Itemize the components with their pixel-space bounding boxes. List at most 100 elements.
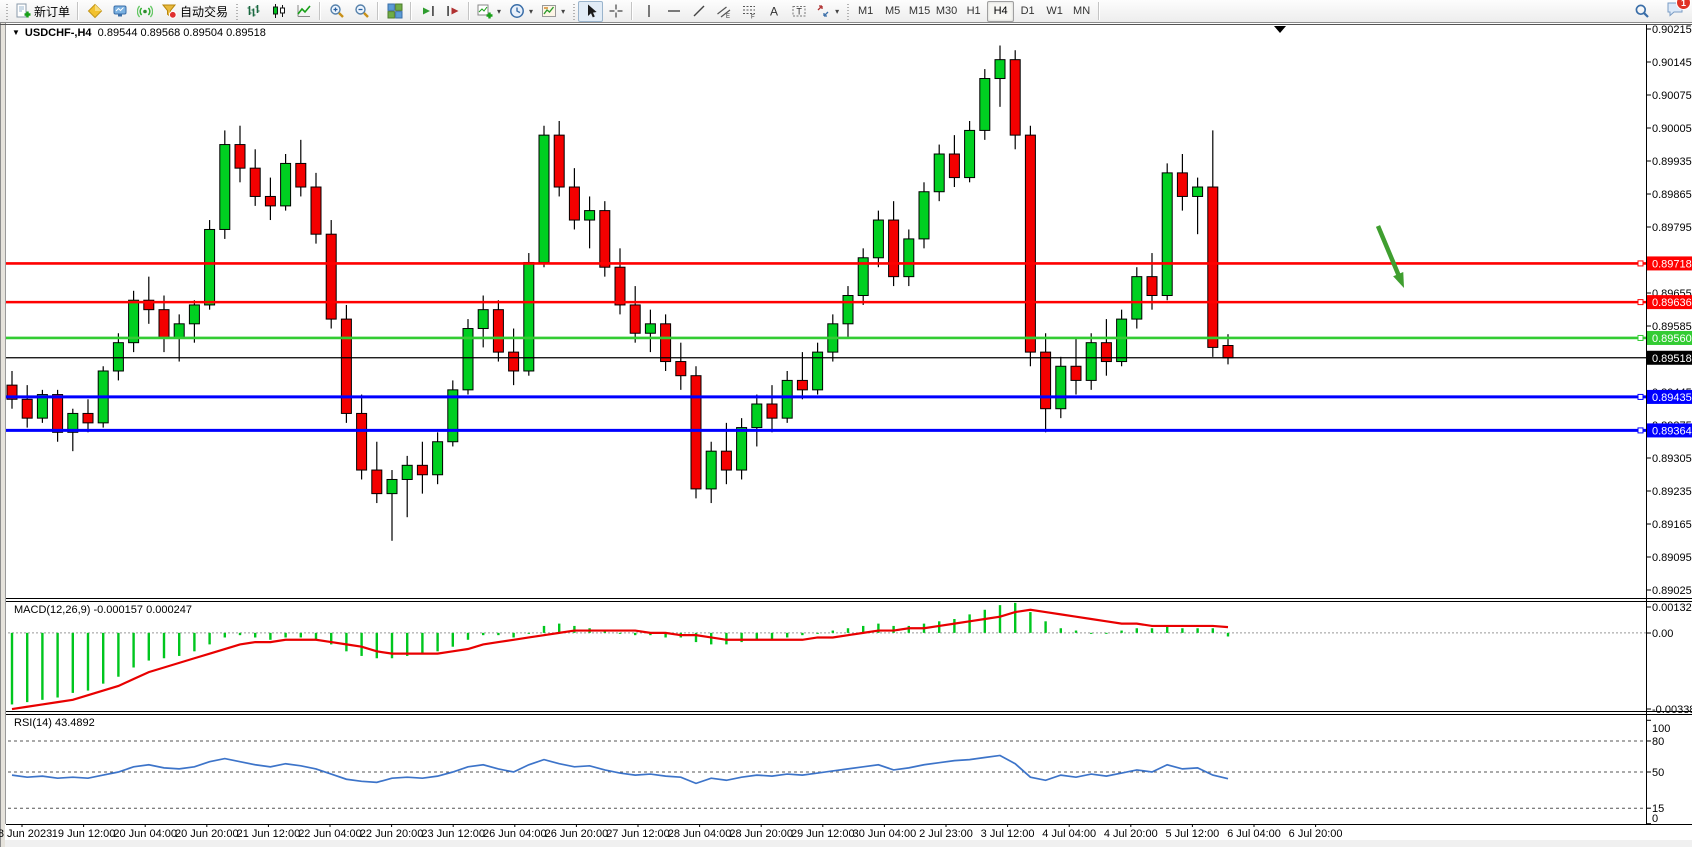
- signals-button[interactable]: [132, 1, 157, 22]
- separator: [410, 2, 412, 20]
- svg-text:0.89305: 0.89305: [1652, 453, 1692, 465]
- text-label-button[interactable]: T: [786, 1, 811, 22]
- svg-text:-0.003384: -0.003384: [1652, 704, 1692, 716]
- separator: [468, 2, 470, 20]
- indicators-button[interactable]: ▾: [473, 1, 505, 22]
- svg-text:0.90215: 0.90215: [1652, 24, 1692, 36]
- svg-text:80: 80: [1652, 736, 1664, 748]
- clock-icon: [509, 3, 525, 19]
- timeframe-M5-button[interactable]: M5: [879, 1, 906, 22]
- timeframe-toolbar: M1M5M15M30H1H4D1W1MN: [852, 1, 1095, 22]
- svg-text:F: F: [751, 15, 755, 20]
- svg-text:21 Jun 12:00: 21 Jun 12:00: [237, 828, 301, 840]
- separator: [77, 2, 79, 20]
- collapse-triangle-icon: ▼: [12, 28, 20, 37]
- svg-text:E: E: [726, 14, 730, 19]
- bar-chart-button[interactable]: [241, 1, 266, 22]
- horizontal-line-button[interactable]: [661, 1, 686, 22]
- channel-icon: E: [716, 3, 732, 19]
- timeframe-M1-button[interactable]: M1: [852, 1, 879, 22]
- periods-button[interactable]: ▾: [505, 1, 537, 22]
- terminal-button[interactable]: [107, 1, 132, 22]
- search-button[interactable]: [1629, 1, 1654, 22]
- trendline-button[interactable]: [686, 1, 711, 22]
- svg-text:0: 0: [1652, 813, 1658, 825]
- chart-title[interactable]: ▼ USDCHF-,H4 0.89544 0.89568 0.89504 0.89…: [12, 27, 266, 39]
- toolbar-drag-handle: [5, 2, 9, 20]
- timeframe-W1-button[interactable]: W1: [1041, 1, 1068, 22]
- auto-scroll-button[interactable]: [415, 1, 440, 22]
- indicators-icon: [477, 3, 493, 19]
- arrows-icon: [815, 3, 831, 19]
- candlestick-chart-icon: [271, 3, 287, 19]
- text-icon: A: [766, 3, 782, 19]
- text-label-icon: T: [791, 3, 807, 19]
- dropdown-caret-icon: ▾: [497, 7, 501, 16]
- vertical-line-icon: [641, 3, 657, 19]
- svg-text:0.89865: 0.89865: [1652, 189, 1692, 201]
- svg-text:0.89935: 0.89935: [1652, 156, 1692, 168]
- templates-button[interactable]: ▾: [537, 1, 569, 22]
- line-chart-icon: [296, 3, 312, 19]
- autotrading-icon: [161, 3, 177, 19]
- timeframe-H4-button[interactable]: H4: [987, 1, 1014, 22]
- chart-shift-icon: [445, 3, 461, 19]
- fibonacci-icon: F: [741, 3, 757, 19]
- svg-text:28 Jun 04:00: 28 Jun 04:00: [668, 828, 732, 840]
- svg-text:2 Jul 23:00: 2 Jul 23:00: [919, 828, 973, 840]
- dropdown-caret-icon: ▾: [561, 7, 565, 16]
- separator: [1098, 2, 1100, 20]
- svg-text:0.89560: 0.89560: [1652, 333, 1692, 345]
- svg-text:0.89235: 0.89235: [1652, 486, 1692, 498]
- toolbar-drag-handle: [846, 2, 850, 20]
- auto-scroll-icon: [420, 3, 436, 19]
- autotrading-button[interactable]: 自动交易: [157, 1, 232, 22]
- macd-indicator-label: MACD(12,26,9) -0.000157 0.000247: [14, 604, 192, 616]
- new-order-icon: [15, 3, 31, 19]
- svg-text:28 Jun 20:00: 28 Jun 20:00: [729, 828, 793, 840]
- metaeditor-button[interactable]: [82, 1, 107, 22]
- chart-shift-button[interactable]: [440, 1, 465, 22]
- svg-text:0.90075: 0.90075: [1652, 90, 1692, 102]
- svg-text:5 Jul 12:00: 5 Jul 12:00: [1165, 828, 1219, 840]
- svg-text:0.89795: 0.89795: [1652, 222, 1692, 234]
- svg-text:50: 50: [1652, 767, 1664, 779]
- chart-ohlc-values: 0.89544 0.89568 0.89504 0.89518: [98, 27, 266, 39]
- svg-text:A: A: [770, 5, 778, 19]
- svg-text:6 Jul 20:00: 6 Jul 20:00: [1289, 828, 1343, 840]
- zoom-in-button[interactable]: [324, 1, 349, 22]
- tile-windows-icon: [387, 3, 403, 19]
- rsi-indicator-label: RSI(14) 43.4892: [14, 717, 95, 729]
- timeframe-M30-button[interactable]: M30: [933, 1, 960, 22]
- equidistant-channel-button[interactable]: E: [711, 1, 736, 22]
- svg-text:0.89636: 0.89636: [1652, 297, 1692, 309]
- arrows-button[interactable]: ▾: [811, 1, 843, 22]
- cursor-button[interactable]: [578, 1, 603, 22]
- vertical-line-button[interactable]: [636, 1, 661, 22]
- svg-text:0.89518: 0.89518: [1652, 353, 1692, 365]
- main-toolbar: 新订单 自动交易 ▾ ▾ ▾ E F A: [0, 0, 1692, 23]
- new-order-button[interactable]: 新订单: [11, 1, 74, 22]
- timeframe-MN-button[interactable]: MN: [1068, 1, 1095, 22]
- tile-windows-button[interactable]: [382, 1, 407, 22]
- svg-text:23 Jun 12:00: 23 Jun 12:00: [421, 828, 485, 840]
- text-button[interactable]: A: [761, 1, 786, 22]
- line-chart-button[interactable]: [291, 1, 316, 22]
- chart-symbol: USDCHF-,H4: [25, 27, 92, 39]
- crosshair-button[interactable]: [603, 1, 628, 22]
- crosshair-icon: [608, 3, 624, 19]
- candlestick-chart-button[interactable]: [266, 1, 291, 22]
- chart-canvas[interactable]: 0.902150.901450.900750.900050.899350.898…: [0, 23, 1692, 847]
- svg-text:T: T: [796, 7, 802, 17]
- svg-text:0.89025: 0.89025: [1652, 585, 1692, 597]
- svg-text:0.89165: 0.89165: [1652, 519, 1692, 531]
- zoom-out-button[interactable]: [349, 1, 374, 22]
- chat-button[interactable]: 1: [1666, 0, 1684, 22]
- toolbar-drag-handle: [235, 2, 239, 20]
- timeframe-D1-button[interactable]: D1: [1014, 1, 1041, 22]
- timeframe-H1-button[interactable]: H1: [960, 1, 987, 22]
- new-order-label: 新订单: [34, 3, 70, 20]
- svg-text:22 Jun 04:00: 22 Jun 04:00: [298, 828, 362, 840]
- fibonacci-button[interactable]: F: [736, 1, 761, 22]
- timeframe-M15-button[interactable]: M15: [906, 1, 933, 22]
